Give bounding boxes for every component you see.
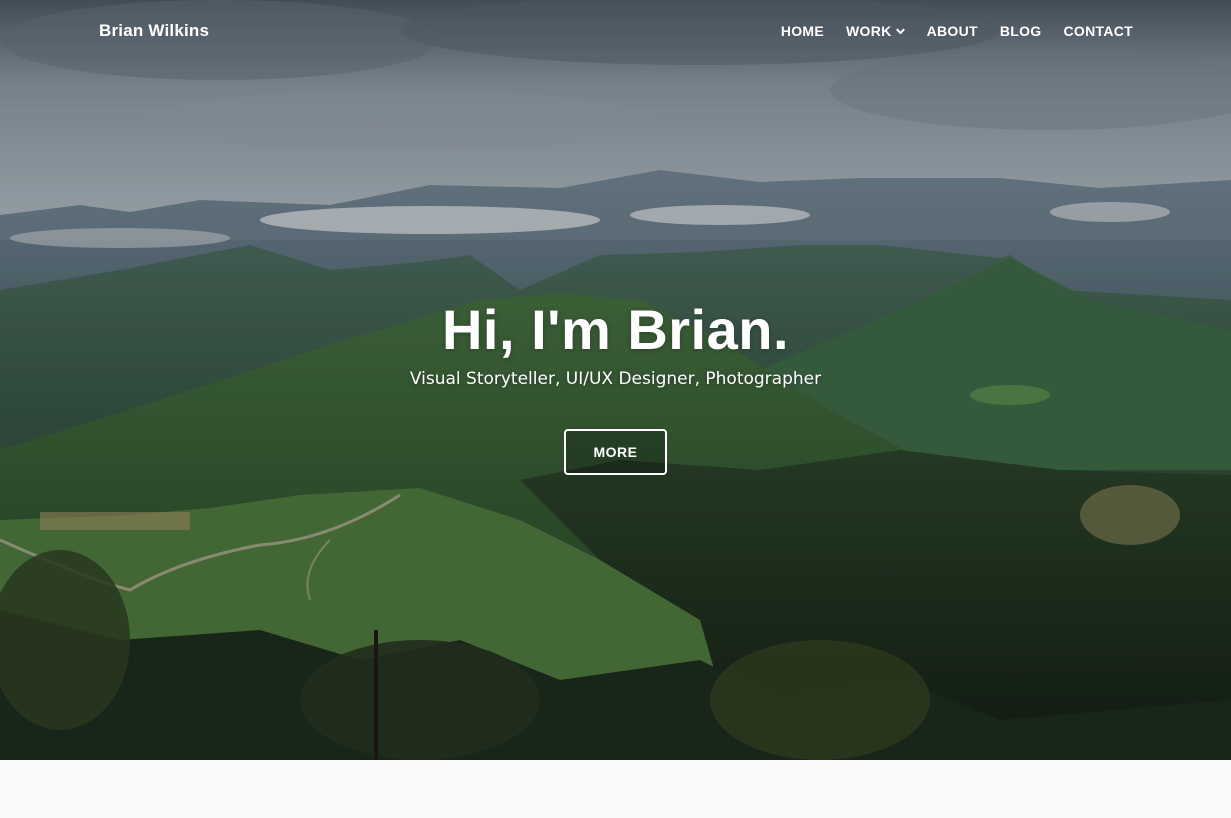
nav-item-contact[interactable]: CONTACT: [1064, 23, 1134, 39]
nav-item-home[interactable]: HOME: [781, 23, 824, 39]
site-brand-link[interactable]: Brian Wilkins: [99, 21, 209, 41]
more-button[interactable]: MORE: [564, 429, 667, 475]
nav-item-work[interactable]: WORK: [846, 23, 905, 39]
hero-section: Brian Wilkins HOME WORK ABOUT BLOG CONTA…: [0, 0, 1231, 760]
nav-item-about[interactable]: ABOUT: [927, 23, 978, 39]
hero-title: Hi, I'm Brian.: [441, 298, 790, 361]
navbar: Brian Wilkins HOME WORK ABOUT BLOG CONTA…: [0, 0, 1231, 64]
chevron-down-icon: [895, 28, 905, 34]
nav-item-work-label: WORK: [846, 23, 892, 39]
hero-intro: Hi, I'm Brian. Visual Storyteller, UI/UX…: [0, 296, 1231, 475]
hero-subtitle: Visual Storyteller, UI/UX Designer, Phot…: [409, 369, 822, 389]
nav-item-blog[interactable]: BLOG: [1000, 23, 1042, 39]
main-nav: HOME WORK ABOUT BLOG CONTACT: [781, 23, 1133, 39]
content-section: [0, 760, 1231, 818]
